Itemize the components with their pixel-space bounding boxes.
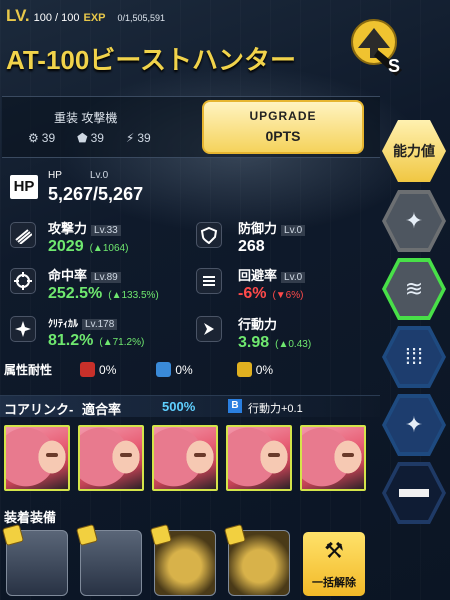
rank-letter: S [388,56,400,76]
core-bonus-text: 行動力+0.1 [248,403,303,415]
resist-label: 属性耐性 [4,363,53,377]
small-stat-gear-value: 39 [41,131,56,145]
core-link-portrait-3[interactable] [152,425,218,491]
stat-critical: ｸﾘﾃｨｶﾙ Lv.178 81.2% (▲71.2%) [48,314,144,350]
critical-icon [10,316,36,342]
weapon-claw-icon: ≋ [386,262,442,316]
attack-icon [10,222,36,248]
bolt-icon: ⚡ [125,131,135,145]
equip-slot-1[interactable] [1,523,68,596]
small-stats: ⚙ 39 ⬟ 39 ⚡ 39 [28,131,151,145]
small-stat-gear: ⚙ 39 [28,131,55,145]
unit-classes: 重装 攻撃機 [54,111,118,125]
hp-icon: HP [10,175,38,199]
empty-slot-icon [386,466,442,520]
ice-icon [156,362,172,377]
core-link-portrait-5[interactable] [300,425,366,491]
core-link-portrait-1[interactable] [4,425,70,491]
stat-critical-value: 81.2% [48,332,94,349]
stat-defense-value: 268 [238,238,265,255]
hp-level: Lv.0 [90,170,109,181]
core-link-bar: コアリンク- 適合率 500% B 行動力+0.1 [0,395,380,417]
action-icon [196,316,222,342]
stat-evasion: 回避率 Lv.0 -6% (▼6%) [238,265,306,303]
stat-attack-name: 攻撃力 [48,221,88,236]
stat-evasion-name: 回避率 [238,268,278,283]
gear-icon: ⚙ [28,131,39,145]
resist-ice: 0% [156,362,193,377]
core-rate-value: 500% [162,399,196,414]
stat-defense-name: 防御力 [238,221,278,236]
shield-icon: ⬟ [77,131,88,145]
stat-accuracy: 命中率 Lv.89 252.5% (▲133.5%) [48,265,159,303]
equip-slot-4[interactable] [223,523,290,596]
fire-icon [80,362,96,377]
unit-name: AT-100ビーストハンター [6,45,297,75]
stat-action: 行動力 3.98 (▲0.43) [238,314,311,352]
dash-icon [399,489,429,497]
ammo-icon: ⁞⁞⁞ [386,330,442,384]
equipment-title: 装着装備 [4,510,57,525]
stat-action-name: 行動力 [238,317,278,332]
attribute-resistance: 属性耐性 0% 0% 0% [4,361,304,378]
equip-slot-3[interactable] [149,523,216,596]
core-link-portrait-2[interactable] [78,425,144,491]
core-link-portrait-4[interactable] [226,425,292,491]
small-stat-shield-value: 39 [90,131,104,145]
weapon-hammer-icon: ✦ [386,194,442,248]
hp-value: 5,267/5,267 [48,184,144,204]
resist-thunder: 0% [236,362,274,377]
hp-name: HP [48,170,62,181]
level-value: 100 / 100 [33,12,80,24]
exp-value: 0/1,505,591 [117,13,166,23]
stat-accuracy-up: (▲133.5%) [108,290,159,301]
release-all-button[interactable]: ⚒ 一括解除 [303,532,365,596]
level-label: LV. [6,6,30,25]
resist-fire: 0% [80,362,116,377]
stat-accuracy-value: 252.5% [48,285,103,302]
core-link-label: コアリンク- [4,402,74,417]
stat-attack-lv: Lv.33 [91,225,121,236]
resist-ice-value: 0% [175,362,193,377]
stat-defense-lv: Lv.0 [281,225,306,236]
stat-attack-up: (▲1064) [89,243,129,254]
stat-critical-lv: Lv.178 [82,319,118,330]
core-rate-label: 適合率 [82,402,122,417]
core-bonus-badge: B [228,399,242,413]
small-stat-bolt: ⚡ 39 [126,131,151,145]
accuracy-icon [10,268,36,294]
upgrade-button[interactable]: UPGRADE 0PTS [202,100,364,154]
resist-fire-value: 0% [99,362,117,377]
unequip-icon: ⚒ [324,538,344,563]
stat-attack-value: 2029 [48,238,84,255]
level-bar: LV. 100 / 100 EXP 0/1,505,591 [0,0,380,26]
small-stat-shield: ⬟ 39 [77,131,104,145]
exp-label: EXP [83,12,106,24]
stat-accuracy-name: 命中率 [48,268,88,283]
stat-action-value: 3.98 [238,334,270,351]
stat-evasion-lv: Lv.0 [281,272,306,283]
stat-evasion-up: (▼6%) [272,290,304,301]
stat-accuracy-lv: Lv.89 [91,272,121,283]
evasion-icon [196,268,222,294]
rank-badge-icon: S [351,19,402,76]
stat-critical-name: ｸﾘﾃｨｶﾙ [48,319,78,330]
stat-defense: 防御力 Lv.0 268 [238,218,306,256]
resist-thunder-value: 0% [255,362,274,377]
thunder-icon [236,362,252,377]
upgrade-label: UPGRADE [249,109,317,123]
stat-attack: 攻撃力 Lv.33 2029 (▲1064) [48,218,128,256]
stat-action-up: (▲0.43) [275,339,312,350]
defense-icon [196,222,222,248]
small-stat-bolt-value: 39 [137,131,151,145]
release-all-label: 一括解除 [312,577,356,589]
stat-critical-up: (▲71.2%) [99,337,145,348]
upgrade-points: 0PTS [265,128,301,144]
stat-evasion-value: -6% [238,285,267,302]
weapon-icon: ✦ [386,398,442,452]
equip-slot-2[interactable] [75,523,142,596]
